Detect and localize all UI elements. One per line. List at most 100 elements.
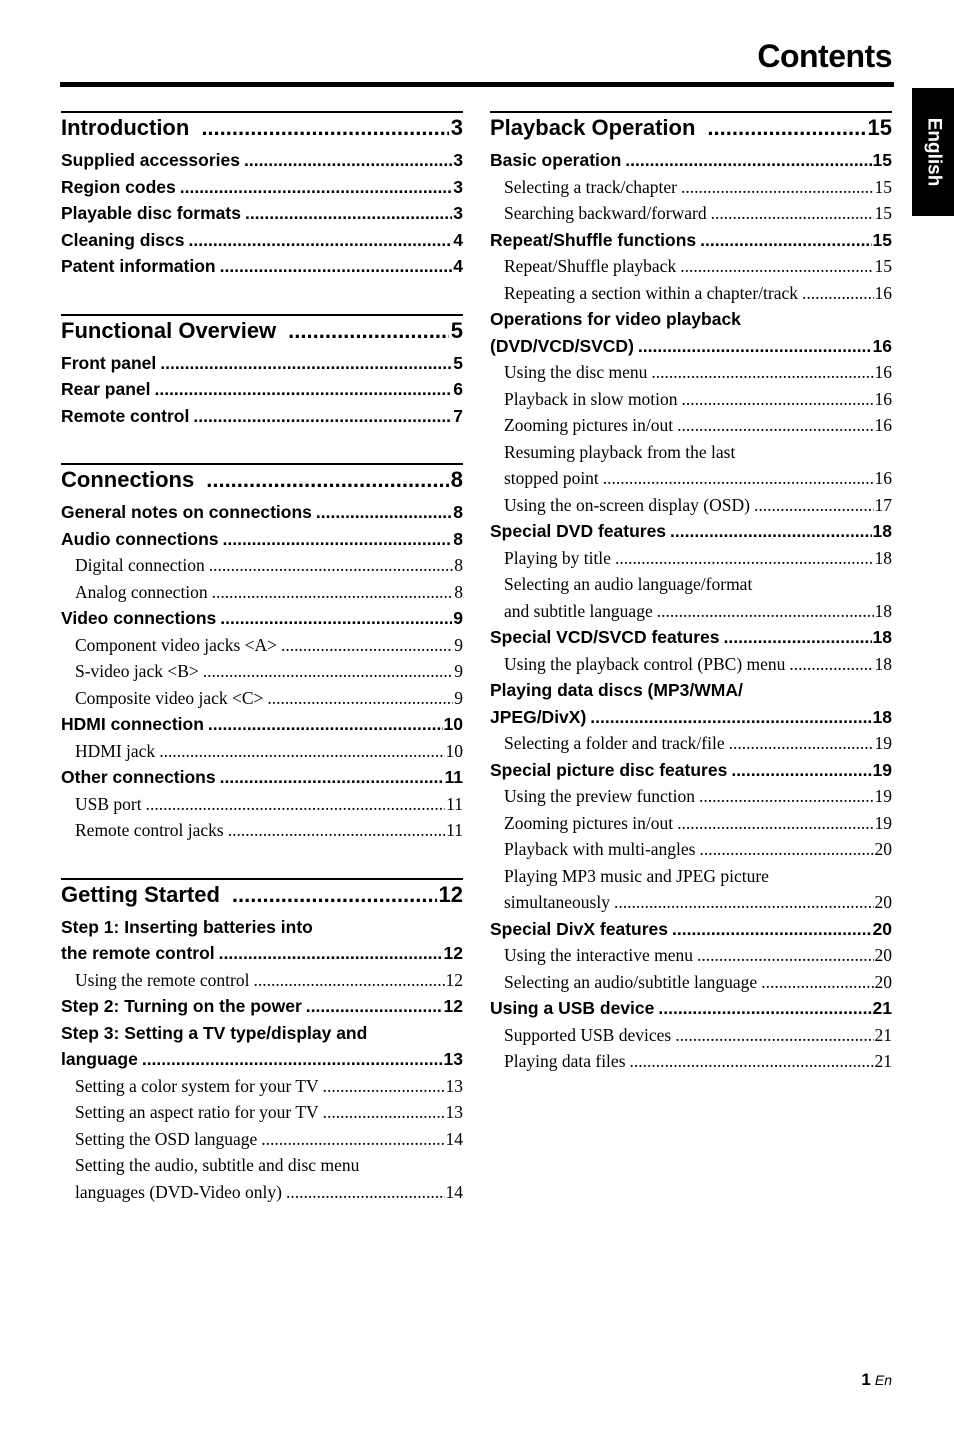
toc-subentry[interactable]: HDMI jack 10 [61, 738, 463, 765]
toc-entry[interactable]: Special VCD/SVCD features 18 [490, 624, 892, 651]
dot-leader [670, 518, 871, 545]
dot-leader [614, 889, 874, 916]
toc-subentry[interactable]: Setting the OSD language 14 [61, 1126, 463, 1153]
toc-subentry[interactable]: Selecting a folder and track/file 19 [490, 730, 892, 757]
toc-entry[interactable]: Repeat/Shuffle functions 15 [490, 227, 892, 254]
entry-row: Repeat/Shuffle playback 15 [504, 253, 892, 280]
toc-subentry[interactable]: Setting the audio, subtitle and disc men… [61, 1152, 463, 1205]
toc-subentry[interactable]: Supported USB devices 21 [490, 1022, 892, 1049]
toc-entry[interactable]: Rear panel 6 [61, 376, 463, 403]
toc-subentry[interactable]: Using the disc menu 16 [490, 359, 892, 386]
entry-page-number: 20 [874, 839, 893, 859]
entry-page-number: 19 [874, 733, 893, 753]
toc-entry[interactable]: Special DVD features 18 [490, 518, 892, 545]
entry-title: Setting an aspect ratio for your TV [75, 1102, 319, 1122]
section-title: Functional Overview [61, 317, 277, 343]
entry-title: Zooming pictures in/out [504, 812, 674, 833]
toc-subentry[interactable]: Composite video jack <C> 9 [61, 685, 463, 712]
entry-page-number: 18 [874, 547, 893, 568]
toc-entry[interactable]: Front panel 5 [61, 350, 463, 377]
toc-entry[interactable]: Special DivX features 20 [490, 916, 892, 943]
entry-row: HDMI jack 10 [75, 738, 463, 765]
toc-subentry[interactable]: Resuming playback from the last stopped p… [490, 439, 892, 492]
entry-title: Selecting a track/chapter [504, 176, 677, 197]
dot-leader [700, 836, 874, 863]
toc-subentry[interactable]: USB port 11 [61, 791, 463, 818]
toc-subentry[interactable]: Selecting a track/chapter 15 [490, 174, 892, 201]
dot-leader [707, 113, 865, 143]
toc-subentry[interactable]: Selecting an audio/subtitle language 20 [490, 969, 892, 996]
toc-subentry[interactable]: Playing data files 21 [490, 1048, 892, 1075]
toc-entry[interactable]: Special picture disc features 19 [490, 757, 892, 784]
toc-entry[interactable]: Other connections 11 [61, 764, 463, 791]
toc-subentry[interactable]: Playback in slow motion 16 [490, 386, 892, 413]
entry-page-number: 20 [874, 971, 893, 992]
toc-subentry[interactable]: S-video jack <B> 9 [61, 658, 463, 685]
entry-title: Zooming pictures in/out [504, 415, 674, 435]
toc-subentry[interactable]: Analog connection 8 [61, 579, 463, 606]
toc-subentry[interactable]: Zooming pictures in/out 16 [490, 412, 892, 439]
entry-row: Selecting a folder and track/file 19 [504, 730, 892, 757]
entry-row: Region codes 3 [61, 174, 463, 201]
toc-entry[interactable]: Supplied accessories 3 [61, 147, 463, 174]
entry-page-number: 8 [454, 581, 463, 602]
entry-page-number: 7 [453, 405, 463, 426]
toc-entry[interactable]: Playing data discs (MP3/WMA/JPEG/DivX) 18 [490, 677, 892, 730]
dot-leader [754, 492, 874, 519]
toc-subentry[interactable]: Remote control jacks 11 [61, 817, 463, 844]
dot-leader [699, 783, 874, 810]
toc-entry[interactable]: Operations for video playback (DVD/VCD/SV… [490, 306, 892, 359]
entry-row: Searching backward/forward 15 [504, 200, 892, 227]
toc-subentry[interactable]: Setting an aspect ratio for your TV 13 [61, 1099, 463, 1126]
dot-leader [677, 412, 873, 439]
entry-row: Special VCD/SVCD features 18 [490, 624, 892, 651]
toc-subentry[interactable]: Selecting an audio language/format and su… [490, 571, 892, 624]
toc-subentry[interactable]: Searching backward/forward 15 [490, 200, 892, 227]
entry-page-number: 13 [445, 1075, 464, 1096]
entry-title: Setting the OSD language [75, 1128, 258, 1149]
toc-subentry[interactable]: Using the on-screen display (OSD) 17 [490, 492, 892, 519]
dot-leader [672, 916, 872, 943]
toc-entry[interactable]: Using a USB device 21 [490, 995, 892, 1022]
toc-subentry[interactable]: Component video jacks <A> 9 [61, 632, 463, 659]
toc-entry[interactable]: Video connections 9 [61, 605, 463, 632]
entry-row: Playing by title 18 [504, 545, 892, 572]
toc-subentry[interactable]: Using the playback control (PBC) menu 18 [490, 651, 892, 678]
dot-leader [189, 227, 453, 254]
toc-entry[interactable]: Audio connections 8 [61, 526, 463, 553]
toc-subentry[interactable]: Playing by title 18 [490, 545, 892, 572]
toc-subentry[interactable]: Digital connection 8 [61, 552, 463, 579]
section-heading[interactable]: Functional Overview 5 [61, 313, 463, 346]
section-heading[interactable]: Playback Operation 15 [490, 111, 892, 143]
toc-entry[interactable]: Patent information 4 [61, 253, 463, 280]
dot-leader [245, 200, 452, 227]
section-heading[interactable]: Connections 8 [61, 463, 463, 495]
toc-entry[interactable]: Step 1: Inserting batteries into the remo… [61, 914, 463, 967]
toc-entry[interactable]: Playable disc formats 3 [61, 200, 463, 227]
section-page-number: 3 [450, 115, 463, 140]
toc-subentry[interactable]: Repeat/Shuffle playback 15 [490, 253, 892, 280]
toc-subentry[interactable]: Setting a color system for your TV 13 [61, 1073, 463, 1100]
toc-subentry[interactable]: Using the interactive menu 20 [490, 942, 892, 969]
toc-entry[interactable]: Cleaning discs 4 [61, 227, 463, 254]
entry-row: the remote control 12 [61, 940, 463, 967]
toc-entry[interactable]: HDMI connection 10 [61, 711, 463, 738]
toc-subentry[interactable]: Repeating a section within a chapter/tra… [490, 280, 892, 307]
toc-entry[interactable]: Basic operation 15 [490, 147, 892, 174]
toc-subentry[interactable]: Zooming pictures in/out 19 [490, 810, 892, 837]
toc-entry[interactable]: Step 2: Turning on the power 12 [61, 993, 463, 1020]
toc-entry[interactable]: Region codes 3 [61, 174, 463, 201]
toc-entry[interactable]: Step 3: Setting a TV type/display and lan… [61, 1020, 463, 1073]
toc-section: Functional Overview 5 Front panel 5 Rear pan… [61, 313, 463, 430]
dot-leader [615, 545, 874, 572]
toc-entry[interactable]: Remote control 7 [61, 403, 463, 430]
entry-page-number: 3 [453, 150, 463, 170]
toc-entry[interactable]: General notes on connections 8 [61, 499, 463, 526]
toc-subentry[interactable]: Using the preview function 19 [490, 783, 892, 810]
toc-subentry[interactable]: Playback with multi-angles 20 [490, 836, 892, 863]
entry-row: and subtitle language 18 [504, 598, 892, 625]
toc-subentry[interactable]: Using the remote control 12 [61, 967, 463, 994]
section-heading[interactable]: Getting Started 12 [61, 877, 463, 910]
toc-subentry[interactable]: Playing MP3 music and JPEG picture simult… [490, 863, 892, 916]
section-heading[interactable]: Introduction 3 [61, 111, 463, 143]
